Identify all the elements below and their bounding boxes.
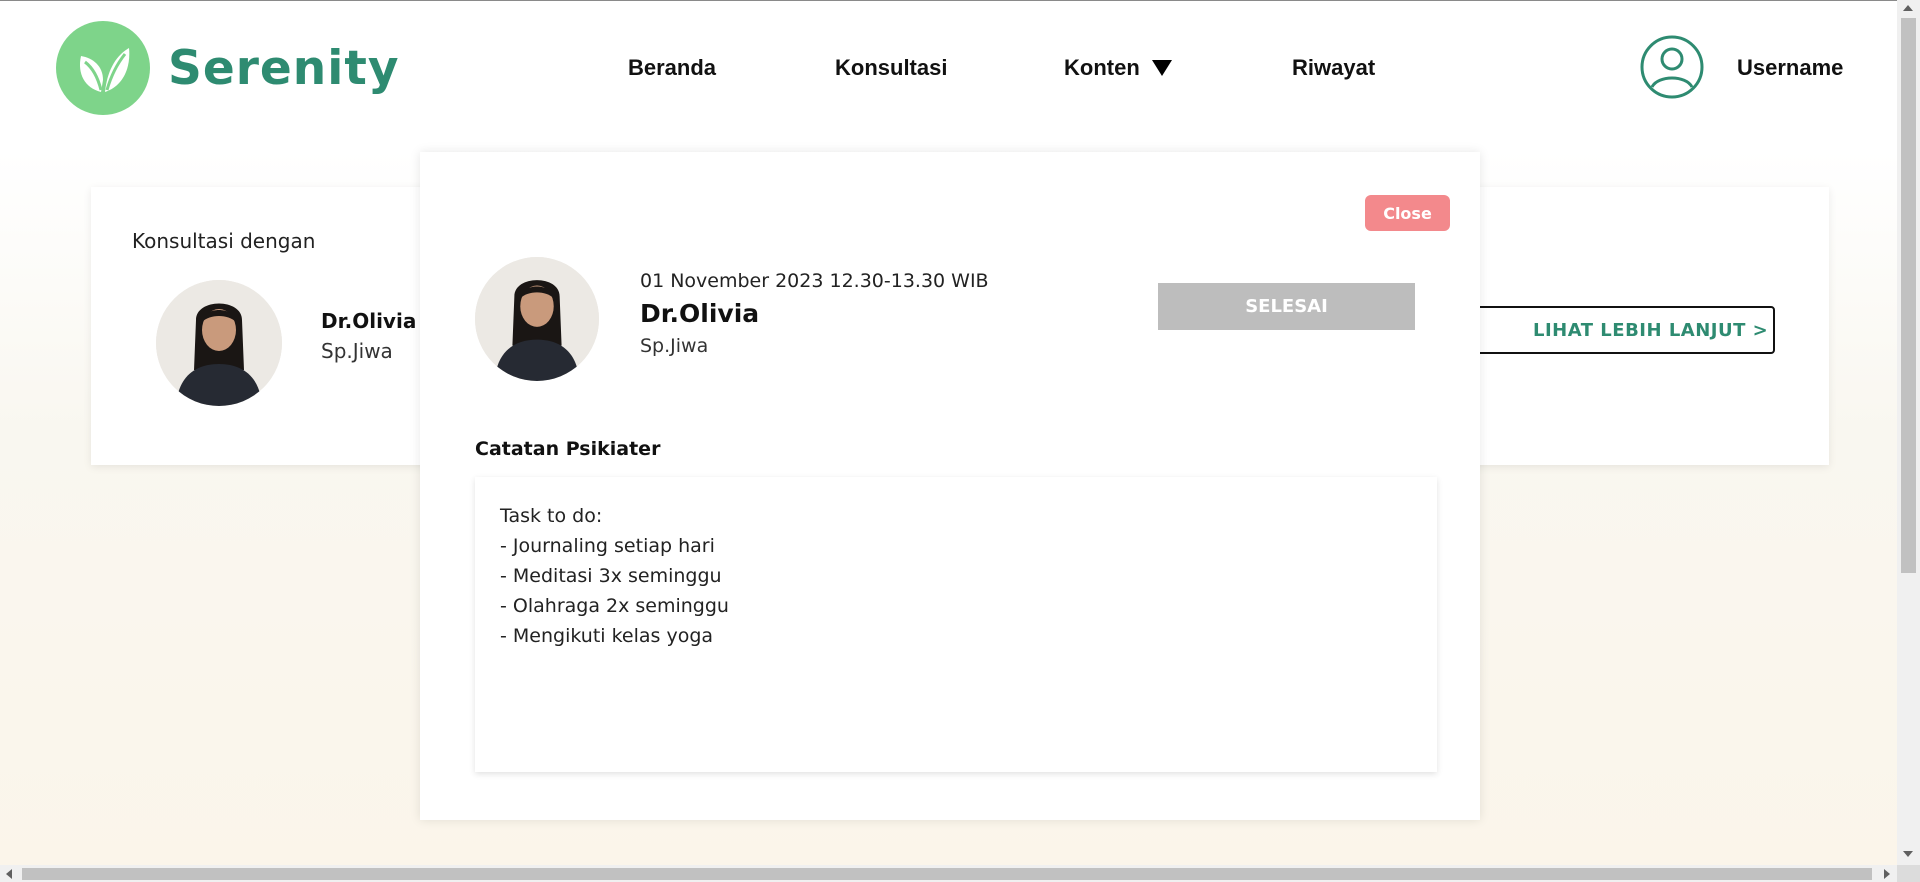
horizontal-scrollbar[interactable] xyxy=(0,865,1897,882)
vertical-scrollbar[interactable] xyxy=(1897,0,1920,865)
consultation-doctor-name: Dr.Olivia xyxy=(321,309,417,333)
vertical-scrollbar-thumb[interactable] xyxy=(1901,18,1916,573)
consultation-detail-modal: Close 01 November 2023 12.30-13.30 WIB D… xyxy=(420,152,1480,820)
logo[interactable]: Serenity xyxy=(56,21,399,115)
scroll-right-icon[interactable] xyxy=(1884,869,1890,879)
modal-doctor-spec: Sp.Jiwa xyxy=(640,335,709,357)
site-header: Serenity Beranda Konsultasi Konten Riway… xyxy=(0,1,1897,133)
consultation-datetime: 01 November 2023 12.30-13.30 WIB xyxy=(640,270,989,292)
note-line: - Meditasi 3x seminggu xyxy=(500,565,722,587)
doctor-avatar xyxy=(156,280,282,406)
user-circle-icon[interactable] xyxy=(1640,35,1704,99)
scroll-down-icon[interactable] xyxy=(1903,851,1913,857)
nav-konten[interactable]: Konten xyxy=(1064,55,1172,81)
nav-riwayat[interactable]: Riwayat xyxy=(1292,55,1375,81)
scroll-up-icon[interactable] xyxy=(1903,5,1913,11)
caret-down-icon xyxy=(1151,60,1172,76)
horizontal-scrollbar-thumb[interactable] xyxy=(22,868,1872,880)
scroll-left-icon[interactable] xyxy=(6,869,12,879)
see-more-label: LIHAT LEBIH LANJUT > xyxy=(1533,320,1769,341)
consultation-card-title: Konsultasi dengan xyxy=(132,229,316,253)
note-line: - Olahraga 2x seminggu xyxy=(500,595,729,617)
brand-name: Serenity xyxy=(168,40,400,96)
leaf-icon xyxy=(56,21,150,115)
note-line: - Journaling setiap hari xyxy=(500,535,715,557)
doctor-avatar xyxy=(475,257,599,381)
nav-konsultasi[interactable]: Konsultasi xyxy=(835,55,947,81)
consultation-doctor-spec: Sp.Jiwa xyxy=(321,339,393,363)
notes-title: Catatan Psikiater xyxy=(475,438,661,460)
username[interactable]: Username xyxy=(1737,55,1843,81)
modal-doctor-name: Dr.Olivia xyxy=(640,299,760,328)
close-button[interactable]: Close xyxy=(1365,195,1450,231)
status-badge: SELESAI xyxy=(1158,283,1415,330)
nav-beranda[interactable]: Beranda xyxy=(628,55,716,81)
nav-konten-label: Konten xyxy=(1064,55,1140,80)
scrollbar-corner xyxy=(1897,865,1920,882)
note-line: - Mengikuti kelas yoga xyxy=(500,625,714,647)
note-line: Task to do: xyxy=(500,505,603,527)
notes-box: Task to do: - Journaling setiap hari - M… xyxy=(475,477,1437,772)
